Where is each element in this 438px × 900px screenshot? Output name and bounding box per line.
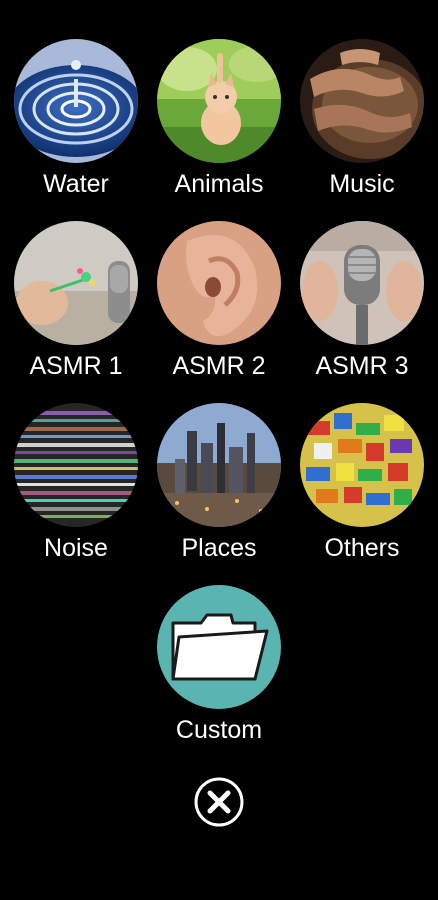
category-noise[interactable]: Noise (11, 403, 141, 563)
folder-icon (157, 585, 281, 709)
close-button[interactable] (194, 777, 244, 827)
category-label: ASMR 2 (172, 352, 266, 380)
static-noise-icon (14, 403, 138, 527)
category-label: Music (329, 170, 395, 198)
category-label: Others (324, 534, 400, 562)
category-asmr-2[interactable]: ASMR 2 (154, 221, 284, 381)
category-label: Custom (175, 716, 263, 744)
category-music[interactable]: Music (297, 39, 427, 199)
category-asmr-3[interactable]: ASMR 3 (297, 221, 427, 381)
category-label: Water (43, 170, 109, 198)
asmr-microphone-hand-icon (14, 221, 138, 345)
kitten-icon (157, 39, 281, 163)
water-drop-icon (14, 39, 138, 163)
category-label: ASMR 1 (29, 352, 123, 380)
category-custom[interactable]: Custom (154, 585, 284, 745)
category-label: Noise (44, 534, 108, 562)
category-animals[interactable]: Animals (154, 39, 284, 199)
asmr-microphone-icon (300, 221, 424, 345)
category-label: ASMR 3 (315, 352, 409, 380)
ear-icon (157, 221, 281, 345)
category-asmr-1[interactable]: ASMR 1 (11, 221, 141, 381)
category-water[interactable]: Water (11, 39, 141, 199)
close-icon (194, 777, 244, 827)
category-label: Animals (174, 170, 264, 198)
drum-hands-icon (300, 39, 424, 163)
category-places[interactable]: Places (154, 403, 284, 563)
toy-bricks-icon (300, 403, 424, 527)
category-label: Places (181, 534, 257, 562)
category-others[interactable]: Others (297, 403, 427, 563)
city-skyline-icon (157, 403, 281, 527)
